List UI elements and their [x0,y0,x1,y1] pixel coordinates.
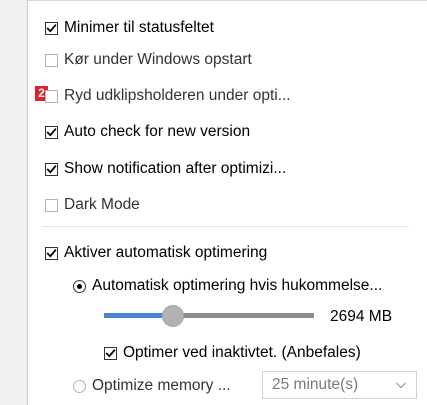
setting-enable-auto-optimization[interactable]: Aktiver automatisk optimering [45,241,267,265]
label-clear-clipboard: Ryd udklipsholderen under opti... [64,87,291,104]
setting-clear-clipboard[interactable]: Ryd udklipsholderen under opti... [45,84,291,108]
checkbox-optimize-when-idle[interactable] [104,346,117,360]
label-run-at-startup: Kør under Windows opstart [64,51,252,68]
checkbox-auto-check-update[interactable] [45,125,58,139]
label-memory-threshold: Automatisk optimering hvis hukommelse... [92,277,383,294]
checkbox-dark-mode[interactable] [45,198,58,212]
checkbox-clear-clipboard[interactable] [45,89,58,103]
checkmark-icon [46,248,57,258]
setting-run-at-startup[interactable]: Kør under Windows opstart [45,48,252,72]
checkmark-icon [105,348,116,358]
interval-dropdown-value: 25 minute(s) [272,376,359,393]
setting-show-notification[interactable]: Show notification after optimizi... [45,157,286,181]
checkbox-run-at-startup[interactable] [45,53,58,67]
label-enable-auto-optimization: Aktiver automatisk optimering [64,244,268,261]
checkmark-icon [46,164,57,174]
checkbox-minimize-to-tray[interactable] [45,21,58,35]
radio-dot-icon [77,283,82,289]
setting-auto-check-update[interactable]: Auto check for new version [45,120,250,144]
option-optimize-interval[interactable]: Optimize memory ... [73,374,231,398]
label-optimize-interval: Optimize memory ... [92,377,231,394]
checkmark-icon [46,23,57,33]
label-show-notification: Show notification after optimizi... [64,160,287,177]
interval-dropdown[interactable]: 25 minute(s) [262,371,417,399]
label-minimize-to-tray: Minimer til statusfeltet [64,19,214,36]
checkbox-show-notification[interactable] [45,162,58,176]
section-divider [42,226,409,227]
checkmark-icon [46,127,57,137]
setting-minimize-to-tray[interactable]: Minimer til statusfeltet [45,16,214,40]
setting-dark-mode[interactable]: Dark Mode [45,193,140,217]
label-auto-check-update: Auto check for new version [64,123,251,140]
radio-optimize-interval[interactable] [73,379,86,393]
checkbox-enable-auto-optimization[interactable] [45,246,58,260]
memory-threshold-slider[interactable] [104,305,314,327]
memory-threshold-value: 2694 MB [330,308,393,325]
radio-memory-threshold[interactable] [73,279,86,293]
label-optimize-when-idle: Optimer ved inaktivtet. (Anbefales) [123,344,361,361]
setting-optimize-when-idle[interactable]: Optimer ved inaktivtet. (Anbefales) [104,341,361,365]
chevron-down-icon [396,382,406,389]
option-memory-threshold[interactable]: Automatisk optimering hvis hukommelse... [73,274,382,298]
label-dark-mode: Dark Mode [64,196,140,213]
slider-thumb[interactable] [162,305,184,327]
